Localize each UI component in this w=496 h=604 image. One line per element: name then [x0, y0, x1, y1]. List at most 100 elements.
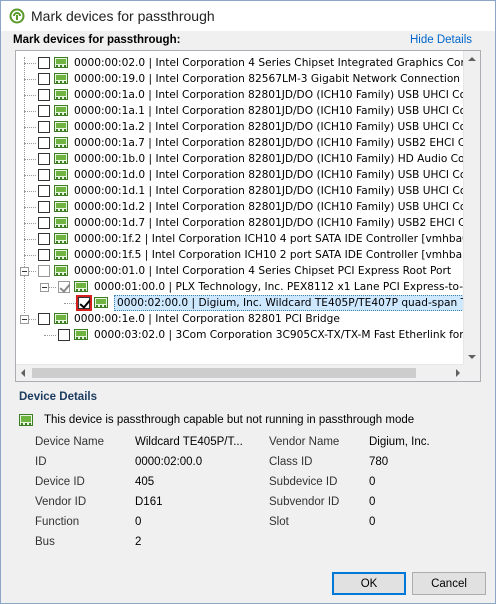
subvendor-id-value: 0: [369, 496, 376, 508]
passthrough-checkbox[interactable]: [38, 233, 50, 245]
pci-device-icon: [54, 313, 68, 324]
horizontal-scrollbar[interactable]: [16, 364, 480, 381]
passthrough-checkbox[interactable]: [38, 121, 50, 133]
pci-device-icon: [54, 89, 68, 100]
passthrough-checkbox[interactable]: [58, 281, 70, 293]
pci-device-icon: [74, 281, 88, 292]
device-tree[interactable]: 0000:00:02.0 | Intel Corporation 4 Serie…: [15, 50, 481, 382]
collapse-icon[interactable]: [20, 267, 29, 276]
scroll-right-icon[interactable]: [456, 369, 460, 377]
tree-row[interactable]: 0000:00:1b.0 | Intel Corporation 82801JD…: [16, 151, 481, 167]
tree-row[interactable]: 0000:00:1a.2 | Intel Corporation 82801JD…: [16, 119, 480, 135]
tree-row[interactable]: 0000:00:1d.2 | Intel Corporation 82801JD…: [16, 199, 481, 215]
pci-device-icon: [54, 105, 68, 116]
tree-row[interactable]: 0000:00:1d.1 | Intel Corporation 82801JD…: [16, 183, 481, 199]
tree-branch-line: [24, 239, 36, 240]
device-details-title: Device Details: [19, 391, 97, 403]
id-value: 0000:02:00.0: [135, 456, 203, 468]
tree-row[interactable]: 0000:02:00.0 | Digium, Inc. Wildcard TE4…: [16, 295, 480, 311]
pci-device-icon: [54, 153, 68, 164]
device-name-label: Device Name: [35, 436, 105, 448]
passthrough-checkbox[interactable]: [38, 313, 50, 325]
passthrough-checkbox[interactable]: [38, 169, 50, 181]
subvendor-id-label: Subvendor ID: [269, 496, 340, 508]
tree-branch-line: [24, 79, 36, 80]
scroll-left-icon[interactable]: [21, 369, 25, 377]
tree-row[interactable]: 0000:00:01.0 | Intel Corporation 4 Serie…: [16, 263, 480, 279]
tree-branch-line: [24, 223, 36, 224]
pci-device-icon: [54, 137, 68, 148]
passthrough-checkbox[interactable]: [38, 265, 50, 277]
passthrough-checkbox[interactable]: [38, 153, 50, 165]
passthrough-checkbox[interactable]: [38, 249, 50, 261]
section-label: Mark devices for passthrough:: [13, 34, 181, 46]
tree-row[interactable]: 0000:00:02.0 | Intel Corporation 4 Serie…: [16, 55, 480, 71]
pci-device-icon: [54, 265, 68, 276]
pci-device-icon: [74, 329, 88, 340]
device-label: 0000:03:02.0 | 3Com Corporation 3C905CX-…: [94, 329, 480, 341]
cancel-button[interactable]: Cancel: [412, 572, 486, 595]
device-label: 0000:00:1a.0 | Intel Corporation 82801JD…: [74, 89, 481, 101]
device-label: 0000:00:1d.2 | Intel Corporation 82801JD…: [74, 201, 481, 213]
collapse-icon[interactable]: [40, 283, 49, 292]
pci-device-icon: [54, 201, 68, 212]
tree-row[interactable]: 0000:03:02.0 | 3Com Corporation 3C905CX-…: [16, 327, 480, 343]
class-id-value: 780: [369, 456, 389, 468]
pci-device-icon: [54, 57, 68, 68]
tree-branch-line: [24, 111, 36, 112]
tree-row[interactable]: 0000:00:19.0 | Intel Corporation 82567LM…: [16, 71, 481, 87]
tree-row[interactable]: 0000:00:1a.0 | Intel Corporation 82801JD…: [16, 87, 481, 103]
passthrough-checkbox[interactable]: [38, 185, 50, 197]
tree-branch-line: [24, 207, 36, 208]
tree-row[interactable]: 0000:00:1f.5 | Intel Corporation ICH10 2…: [16, 247, 480, 263]
scroll-thumb[interactable]: [32, 368, 416, 378]
tree-row[interactable]: 0000:01:00.0 | PLX Technology, Inc. PEX8…: [16, 279, 480, 295]
device-label: 0000:00:1d.7 | Intel Corporation 82801JD…: [74, 217, 481, 229]
passthrough-checkbox[interactable]: [38, 105, 50, 117]
device-label: 0000:00:01.0 | Intel Corporation 4 Serie…: [74, 265, 452, 277]
pci-device-icon: [54, 185, 68, 196]
passthrough-icon: [9, 8, 25, 24]
tree-row[interactable]: 0000:00:1d.0 | Intel Corporation 82801JD…: [16, 167, 480, 183]
slot-label: Slot: [269, 516, 289, 528]
device-label: 0000:00:1d.1 | Intel Corporation 82801JD…: [74, 185, 481, 197]
device-id-value: 405: [135, 476, 155, 488]
passthrough-checkbox[interactable]: [38, 217, 50, 229]
device-label: 0000:00:1a.7 | Intel Corporation 82801JD…: [74, 137, 481, 149]
title-bar: Mark devices for passthrough: [1, 1, 495, 31]
tree-branch-line: [24, 63, 36, 64]
scroll-down-icon[interactable]: [468, 355, 476, 359]
dialog-window: Mark devices for passthrough Mark device…: [0, 0, 496, 604]
tree-row[interactable]: 0000:00:1f.2 | Intel Corporation ICH10 4…: [16, 231, 480, 247]
vertical-scrollbar[interactable]: [463, 51, 480, 365]
tree-row[interactable]: 0000:00:1e.0 | Intel Corporation 82801 P…: [16, 311, 480, 327]
class-id-label: Class ID: [269, 456, 313, 468]
scroll-up-icon[interactable]: [468, 57, 476, 61]
passthrough-checkbox[interactable]: [38, 89, 50, 101]
vendor-name-value: Digium, Inc.: [369, 436, 430, 448]
ok-button[interactable]: OK: [332, 572, 406, 595]
passthrough-checkbox[interactable]: [76, 295, 92, 311]
device-label: 0000:00:1f.5 | Intel Corporation ICH10 2…: [74, 249, 473, 261]
tree-branch-line: [24, 159, 36, 160]
device-label: 0000:00:1b.0 | Intel Corporation 82801JD…: [74, 153, 481, 165]
passthrough-checkbox[interactable]: [38, 201, 50, 213]
tree-branch-line: [24, 127, 36, 128]
tree-branch-line: [24, 175, 36, 176]
device-label: 0000:00:1e.0 | Intel Corporation 82801 P…: [74, 313, 340, 325]
device-label: 0000:02:00.0 | Digium, Inc. Wildcard TE4…: [114, 295, 480, 311]
scrollbar-corner: [463, 364, 480, 381]
passthrough-checkbox[interactable]: [58, 329, 70, 341]
passthrough-checkbox[interactable]: [38, 57, 50, 69]
tree-content: 0000:00:02.0 | Intel Corporation 4 Serie…: [16, 51, 481, 365]
tree-row[interactable]: 0000:00:1d.7 | Intel Corporation 82801JD…: [16, 215, 481, 231]
pci-device-icon: [54, 121, 68, 132]
passthrough-checkbox[interactable]: [38, 137, 50, 149]
tree-row[interactable]: 0000:00:1a.7 | Intel Corporation 82801JD…: [16, 135, 481, 151]
passthrough-checkbox[interactable]: [38, 73, 50, 85]
tree-row[interactable]: 0000:00:1a.1 | Intel Corporation 82801JD…: [16, 103, 480, 119]
hide-details-link[interactable]: Hide Details: [410, 34, 472, 46]
pci-device-icon: [54, 73, 68, 84]
device-label: 0000:00:19.0 | Intel Corporation 82567LM…: [74, 73, 481, 85]
collapse-icon[interactable]: [20, 315, 29, 324]
